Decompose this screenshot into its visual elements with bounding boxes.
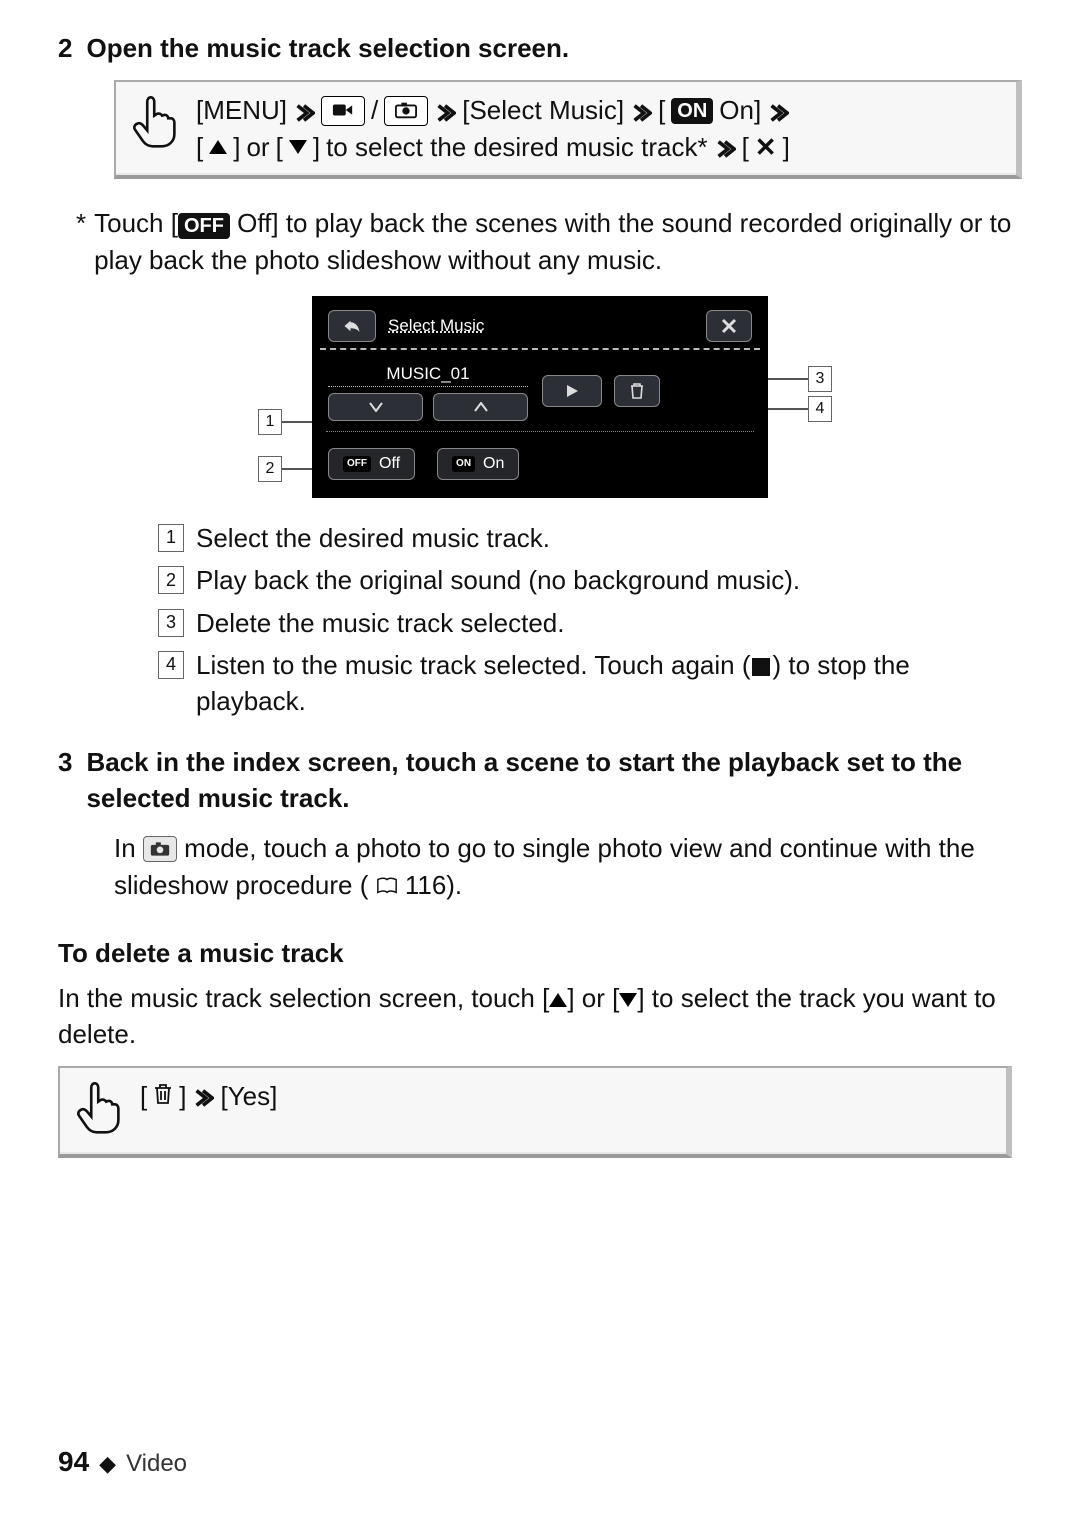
callout-4: 4	[758, 396, 832, 422]
ss-close-button[interactable]	[706, 310, 752, 342]
screenshot-wrap: 1 2 3 4 Select Music	[58, 296, 1022, 498]
chevron-icon	[714, 129, 736, 165]
ss-track-cell: MUSIC_01	[328, 362, 528, 421]
page-number: 94	[58, 1442, 89, 1481]
step-3-heading-row: 3 Back in the index screen, touch a scen…	[58, 744, 1022, 817]
chevron-icon	[293, 92, 315, 128]
ss-track-row: MUSIC_01	[320, 350, 760, 425]
on-bracket-close: On]	[719, 92, 761, 128]
camcorder-icon	[332, 92, 354, 128]
touch-sequence-box-1: [MENU] / [Select Music] [ ON On] []	[114, 80, 1022, 179]
ss-bottom-row: OFF Off ON On	[320, 432, 760, 486]
touch-sequence-lines: [MENU] / [Select Music] [ ON On] []	[196, 92, 1000, 165]
updown-or: or	[246, 129, 269, 165]
ss-title-row: Select Music	[320, 304, 760, 350]
camera-icon	[395, 92, 417, 128]
triangle-down-icon	[619, 993, 637, 1007]
legend-row-4: 4 Listen to the music track selected. To…	[158, 647, 1022, 720]
close-x-icon: ✕	[755, 129, 777, 165]
menu-label: [MENU]	[196, 92, 287, 128]
ss-up-button[interactable]	[433, 393, 528, 421]
step-2-heading: Open the music track selection screen.	[86, 30, 569, 66]
on-badge: ON	[671, 98, 713, 124]
legend-row-3: 3 Delete the music track selected.	[158, 605, 1022, 641]
triangle-down-icon	[289, 140, 307, 154]
step-2-number: 2	[58, 30, 72, 66]
footer-separator: ◆	[99, 1449, 116, 1480]
footnote-off: * Touch [OFF Off] to play back the scene…	[76, 205, 1022, 278]
ss-off-button[interactable]: OFF Off	[328, 448, 415, 480]
chevron-icon	[630, 92, 652, 128]
legend-row-2: 2 Play back the original sound (no backg…	[158, 562, 1022, 598]
touch-hand-icon	[72, 1078, 128, 1143]
delete-para: In the music track selection screen, tou…	[58, 980, 1022, 1053]
stop-icon	[752, 658, 770, 676]
ss-play-button[interactable]	[542, 375, 602, 407]
delete-heading: To delete a music track	[58, 935, 1022, 971]
ss-title: Select Music	[388, 314, 694, 338]
trash-icon	[153, 1078, 173, 1114]
step-3-heading: Back in the index screen, touch a scene …	[86, 744, 1022, 817]
slash-text: /	[371, 92, 378, 128]
photo-tab-button	[384, 96, 428, 126]
off-badge: OFF	[178, 213, 230, 239]
callout-3: 3	[758, 366, 832, 392]
touch-sequence-lines-2: [ ] [Yes]	[140, 1078, 990, 1114]
step-3-para: In mode, touch a photo to go to single p…	[114, 830, 1022, 905]
touch-hand-icon	[128, 92, 184, 157]
callout-legend: 1 Select the desired music track. 2 Play…	[158, 520, 1022, 720]
step-3-number: 3	[58, 744, 72, 817]
page: 2 Open the music track selection screen.…	[0, 0, 1080, 1521]
chevron-icon	[434, 92, 456, 128]
chevron-icon	[192, 1078, 214, 1114]
ss-track-name: MUSIC_01	[328, 362, 528, 387]
legend-row-1: 1 Select the desired music track.	[158, 520, 1022, 556]
manual-ref-icon	[376, 869, 398, 905]
ss-delete-button[interactable]	[614, 375, 660, 407]
footnote-text: Touch [OFF Off] to play back the scenes …	[94, 205, 1022, 278]
chevron-icon	[767, 92, 789, 128]
triangle-up-icon	[549, 993, 567, 1007]
footer-section: Video	[126, 1447, 187, 1481]
device-screenshot: Select Music MUSIC_01	[312, 296, 768, 498]
video-tab-button	[321, 96, 365, 126]
page-footer: 94 ◆ Video	[58, 1442, 187, 1481]
photo-mode-badge	[143, 836, 177, 862]
yes-label: [Yes]	[220, 1078, 277, 1114]
footnote-asterisk: *	[76, 205, 86, 278]
touch-sequence-box-2: [ ] [Yes]	[58, 1066, 1012, 1157]
ss-back-button[interactable]	[328, 310, 376, 342]
ss-down-button[interactable]	[328, 393, 423, 421]
ss-on-button[interactable]: ON On	[437, 448, 519, 480]
triangle-up-icon	[209, 140, 227, 154]
step-2-heading-row: 2 Open the music track selection screen.	[58, 30, 1022, 66]
select-music-label: [Select Music]	[462, 92, 624, 128]
updown-suffix: to select the desired music track*	[326, 129, 708, 165]
